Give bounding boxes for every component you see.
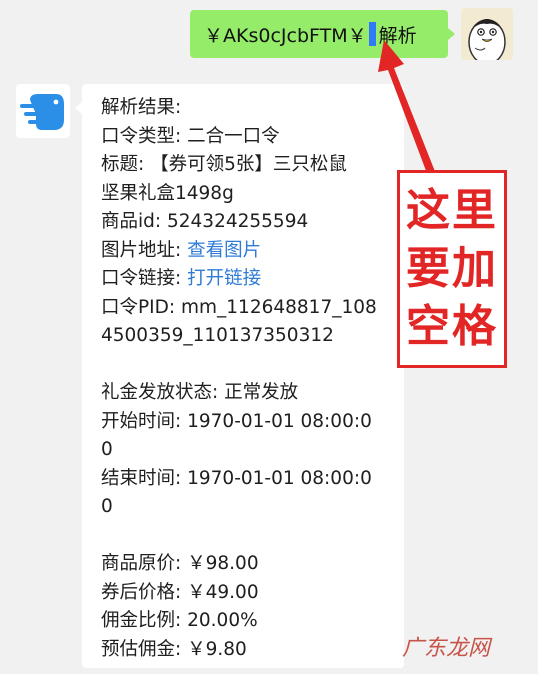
reply-line: 预估佣金: ￥9.80 (101, 636, 394, 665)
reply-line-label: 开始时间: (101, 410, 188, 432)
reply-line: 图片地址: 查看图片 (101, 237, 394, 266)
reply-line-value: ￥98.00 (187, 553, 259, 574)
reply-line-label: 券后价格: (101, 581, 188, 603)
reply-line-value: 20.00% (187, 610, 258, 631)
reply-line-value: 524324255594 (167, 211, 309, 232)
reply-line-value: 【券可领5张】三只松鼠 (150, 154, 347, 175)
reply-line: 4500359_110137350312 (101, 322, 394, 351)
bot-logo-icon (20, 94, 64, 130)
reply-line: 商品原价: ￥98.00 (101, 550, 394, 579)
reply-line-value: 正常发放 (224, 382, 299, 403)
reply-line-label: 解析结果: (101, 97, 182, 118)
reply-line: 开始时间: 1970-01-01 08:00:0 (101, 408, 394, 437)
reply-line-value: ￥9.80 (187, 638, 247, 660)
reply-line-label: 礼金发放状态: (101, 382, 225, 403)
reply-line: 礼金发放状态: 正常发放 (101, 379, 394, 408)
watermark: 广东龙网 (402, 636, 491, 661)
reply-line-label: 预估佣金: (101, 638, 188, 660)
annotation-line-2: 要加 (406, 243, 498, 294)
reply-line: 口令PID: mm_112648817_108 (101, 294, 394, 323)
reply-line-value: 0 (101, 496, 113, 517)
reply-line (101, 351, 394, 380)
reply-line: 口令类型: 二合一口令 (101, 123, 394, 152)
reply-line (101, 522, 394, 551)
reply-line-value: 0 (101, 439, 113, 460)
annotation-box: 这里 要加 空格 (397, 170, 507, 368)
reply-line: 0 (101, 493, 394, 522)
reply-line-label: 结束时间: (101, 467, 188, 489)
reply-line: 标题: 【券可领5张】三只松鼠 (101, 151, 394, 180)
reply-text-block: 解析结果: 口令类型: 二合一口令 标题: 【券可领5张】三只松鼠 坚果礼盒1498g… (101, 94, 394, 664)
reply-message-bubble[interactable]: 解析结果: 口令类型: 二合一口令 标题: 【券可领5张】三只松鼠 坚果礼盒1498g… (75, 84, 404, 668)
reply-line-label: 标题: (101, 154, 151, 175)
sent-token-text: ￥AKs0cJcbFTM￥ (204, 24, 367, 47)
reply-link[interactable]: 打开链接 (187, 268, 261, 289)
annotation-line-3: 空格 (406, 301, 498, 352)
reply-line-value: 二合一口令 (187, 125, 280, 147)
reply-line: 券后价格: ￥49.00 (101, 579, 394, 608)
reply-line: 解析结果: (101, 94, 394, 123)
reply-line-value: 1970-01-01 08:00:0 (187, 410, 372, 432)
annotation-line-1: 这里 (406, 185, 498, 236)
reply-line: 口令链接: 打开链接 (101, 265, 394, 294)
reply-link[interactable]: 查看图片 (187, 240, 261, 261)
reply-line-value: ￥49.00 (187, 581, 259, 603)
reply-line-label: 口令链接: (101, 268, 188, 289)
reply-line: 坚果礼盒1498g (101, 180, 394, 209)
reply-line-label: 商品原价: (101, 553, 188, 574)
user-avatar[interactable] (461, 8, 513, 60)
reply-line-label: 口令类型: (101, 125, 188, 147)
reply-line-label: 图片地址: (101, 239, 188, 261)
reply-line: 佣金比例: 20.00% (101, 607, 394, 636)
reply-line-value: 1970-01-01 08:00:0 (187, 467, 372, 489)
penguin-avatar-icon (461, 8, 513, 60)
reply-line-value: mm_112648817_108 (180, 296, 377, 318)
reply-line: 商品id: 524324255594 (101, 208, 394, 237)
reply-line-label: 口令PID: (101, 296, 181, 318)
bot-avatar[interactable] (16, 84, 70, 138)
reply-line-label: 商品id: (101, 211, 167, 232)
reply-line: 结束时间: 1970-01-01 08:00:0 (101, 465, 394, 494)
reply-line: 0 (101, 436, 394, 465)
red-arrow-annotation (378, 40, 436, 176)
reply-line-label: 佣金比例: (101, 610, 188, 631)
reply-line-value: 4500359_110137350312 (101, 325, 334, 346)
reply-line-value: 坚果礼盒1498g (101, 182, 234, 204)
